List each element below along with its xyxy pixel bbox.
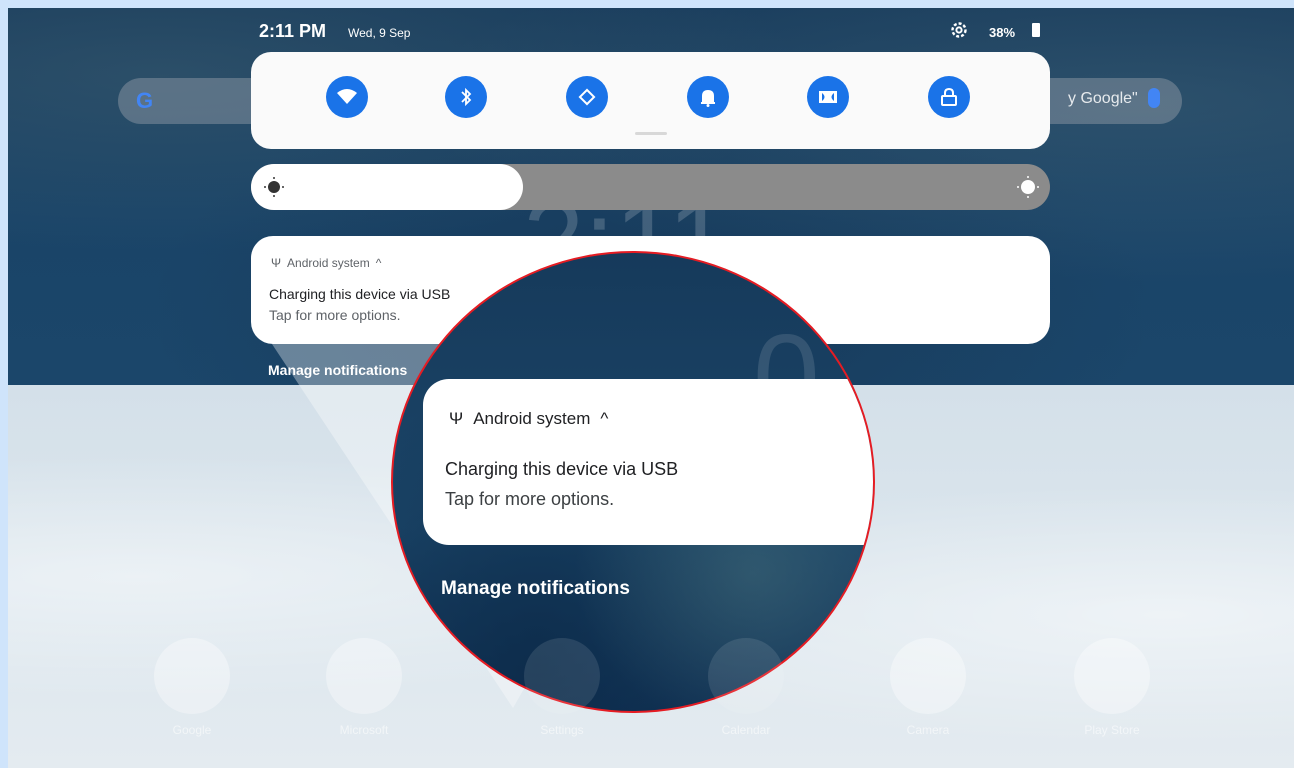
background-search-hint: y Google" bbox=[1068, 90, 1138, 107]
status-date: Wed, 9 Sep bbox=[348, 26, 411, 40]
notification-text: Tap for more options. bbox=[269, 307, 401, 323]
lock-icon bbox=[941, 87, 957, 106]
dock-label-camera: Camera bbox=[906, 723, 950, 737]
settings-app-icon[interactable] bbox=[524, 638, 600, 714]
brightness-high-icon bbox=[1017, 176, 1039, 198]
dock-label-microsoft: Microsoft bbox=[339, 723, 389, 737]
brightness-low-icon bbox=[264, 177, 284, 197]
google-folder-icon[interactable] bbox=[154, 638, 230, 714]
manage-notifications-link[interactable]: Manage notifications bbox=[268, 362, 407, 378]
camera-app-icon[interactable] bbox=[890, 638, 966, 714]
magnified-manage-notifications: Manage notifications bbox=[441, 578, 630, 599]
wifi-icon bbox=[337, 89, 357, 104]
status-time: 2:11 PM bbox=[259, 21, 327, 41]
expand-handle[interactable] bbox=[635, 132, 667, 135]
mic-icon bbox=[1148, 88, 1160, 108]
status-bar: 2:11 PM Wed, 9 Sep 38% bbox=[8, 8, 1294, 50]
brightness-fill bbox=[251, 164, 523, 210]
bluetooth-toggle[interactable] bbox=[445, 76, 487, 118]
dock-label-calendar: Calendar bbox=[721, 723, 771, 737]
magnified-title: Charging this device via USB bbox=[445, 459, 679, 479]
settings-gear-icon[interactable] bbox=[949, 20, 969, 40]
notification-app-name: Android system bbox=[287, 256, 370, 270]
collapse-chevron-icon[interactable]: ^ bbox=[376, 256, 382, 270]
rotate-icon bbox=[578, 88, 596, 106]
magnified-notification: Ψ Android system ^ Charging this device … bbox=[423, 379, 873, 545]
google-logo-icon: G bbox=[136, 88, 154, 113]
dock-label-google: Google bbox=[172, 723, 212, 737]
screen: G y Google" 2:11 2:11 PM Wed, 9 Sep 38% bbox=[8, 8, 1294, 768]
dock-label-play-store: Play Store bbox=[1084, 723, 1140, 737]
play-store-icon[interactable] bbox=[1074, 638, 1150, 714]
lock-toggle[interactable] bbox=[928, 76, 970, 118]
usb-icon: Ψ bbox=[449, 409, 464, 428]
microsoft-folder-icon[interactable] bbox=[326, 638, 402, 714]
quick-settings-panel bbox=[251, 52, 1050, 149]
dolby-icon bbox=[819, 91, 837, 103]
notification-title: Charging this device via USB bbox=[269, 286, 451, 302]
battery-percentage: 38% bbox=[989, 25, 1016, 40]
wifi-toggle[interactable] bbox=[326, 76, 368, 118]
magnifier-callout: 0 Ψ Android system ^ Charging this devic… bbox=[391, 251, 875, 713]
dock-label-settings: Settings bbox=[540, 723, 584, 737]
magnified-notification-header: Ψ Android system ^ bbox=[449, 409, 608, 429]
battery-icon bbox=[1032, 23, 1040, 37]
sound-toggle[interactable] bbox=[687, 76, 729, 118]
chevron-up-icon: ^ bbox=[600, 409, 609, 428]
dolby-toggle[interactable] bbox=[807, 76, 849, 118]
notification-header: Ψ Android system ^ bbox=[271, 256, 381, 270]
usb-icon: Ψ bbox=[271, 256, 282, 270]
bluetooth-icon bbox=[461, 87, 472, 107]
auto-rotate-toggle[interactable] bbox=[566, 76, 608, 118]
calendar-app-icon[interactable] bbox=[708, 638, 784, 714]
magnified-text: Tap for more options. bbox=[445, 489, 615, 509]
brightness-slider[interactable] bbox=[251, 164, 1050, 210]
magnified-app-name: Android system bbox=[473, 409, 591, 428]
bell-icon bbox=[701, 90, 715, 107]
